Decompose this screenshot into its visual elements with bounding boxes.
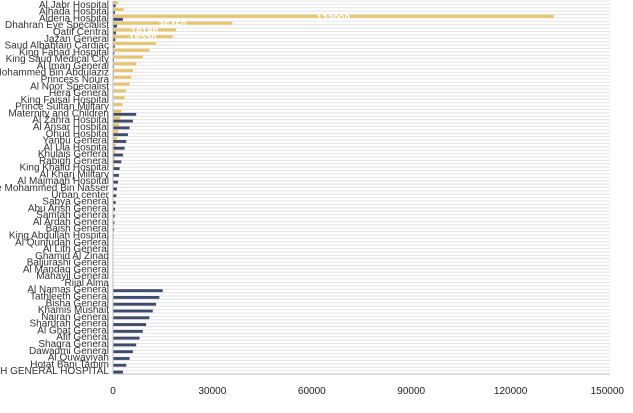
bar xyxy=(113,24,117,28)
bar xyxy=(113,82,130,86)
bar xyxy=(113,343,137,347)
bar xyxy=(113,357,130,360)
bar xyxy=(113,17,123,21)
x-tick-label: 60000 xyxy=(298,386,326,397)
bar xyxy=(113,130,118,134)
bar xyxy=(113,103,123,106)
bar xyxy=(113,133,128,137)
bar xyxy=(113,112,137,116)
row-label: SHAROHAH GENERAL HOSPITAL xyxy=(0,366,109,377)
data-label: 36450 xyxy=(159,20,187,31)
x-tick-label: 0 xyxy=(110,386,116,397)
bar xyxy=(113,316,150,320)
bar xyxy=(113,350,133,354)
bar xyxy=(113,116,121,120)
bar xyxy=(113,96,125,100)
bar xyxy=(113,336,140,340)
bar xyxy=(113,140,127,143)
bar xyxy=(113,302,157,306)
x-tick-label: 30000 xyxy=(198,386,226,397)
bar xyxy=(113,119,133,123)
row-label-layer: Al Jabr HospitalAlhada HospitalAlderia H… xyxy=(0,0,110,377)
bar xyxy=(113,62,137,66)
x-tick-label: 120000 xyxy=(494,386,528,397)
bar xyxy=(113,1,118,5)
bar xyxy=(113,323,147,326)
bar xyxy=(113,136,117,140)
bar xyxy=(113,187,117,191)
bar xyxy=(113,126,130,130)
bar-chart: Al Jabr HospitalAlhada HospitalAlderia H… xyxy=(0,0,624,397)
bar xyxy=(113,289,163,293)
bar xyxy=(113,180,118,184)
bar xyxy=(113,48,150,52)
bar xyxy=(113,55,143,59)
bar xyxy=(113,363,127,367)
bar xyxy=(113,309,153,313)
bar xyxy=(113,69,133,73)
bar xyxy=(113,8,124,11)
bar xyxy=(113,329,143,333)
bar xyxy=(113,370,123,374)
x-axis: 0 30000 60000 90000 120000 150000 xyxy=(110,1,624,397)
bar xyxy=(113,123,119,127)
bar xyxy=(113,109,122,113)
bar xyxy=(113,146,125,150)
bar xyxy=(113,153,123,157)
grid-layer xyxy=(113,0,610,375)
x-tick-label: 150000 xyxy=(591,386,625,397)
bar xyxy=(113,173,119,177)
x-tick-label: 90000 xyxy=(397,386,425,397)
bar xyxy=(113,89,127,93)
bar xyxy=(113,296,160,299)
data-label: 133000 xyxy=(317,13,351,24)
bar xyxy=(113,160,122,164)
bar xyxy=(113,167,120,170)
data-label: 18230 xyxy=(129,34,157,45)
bar xyxy=(113,75,132,79)
